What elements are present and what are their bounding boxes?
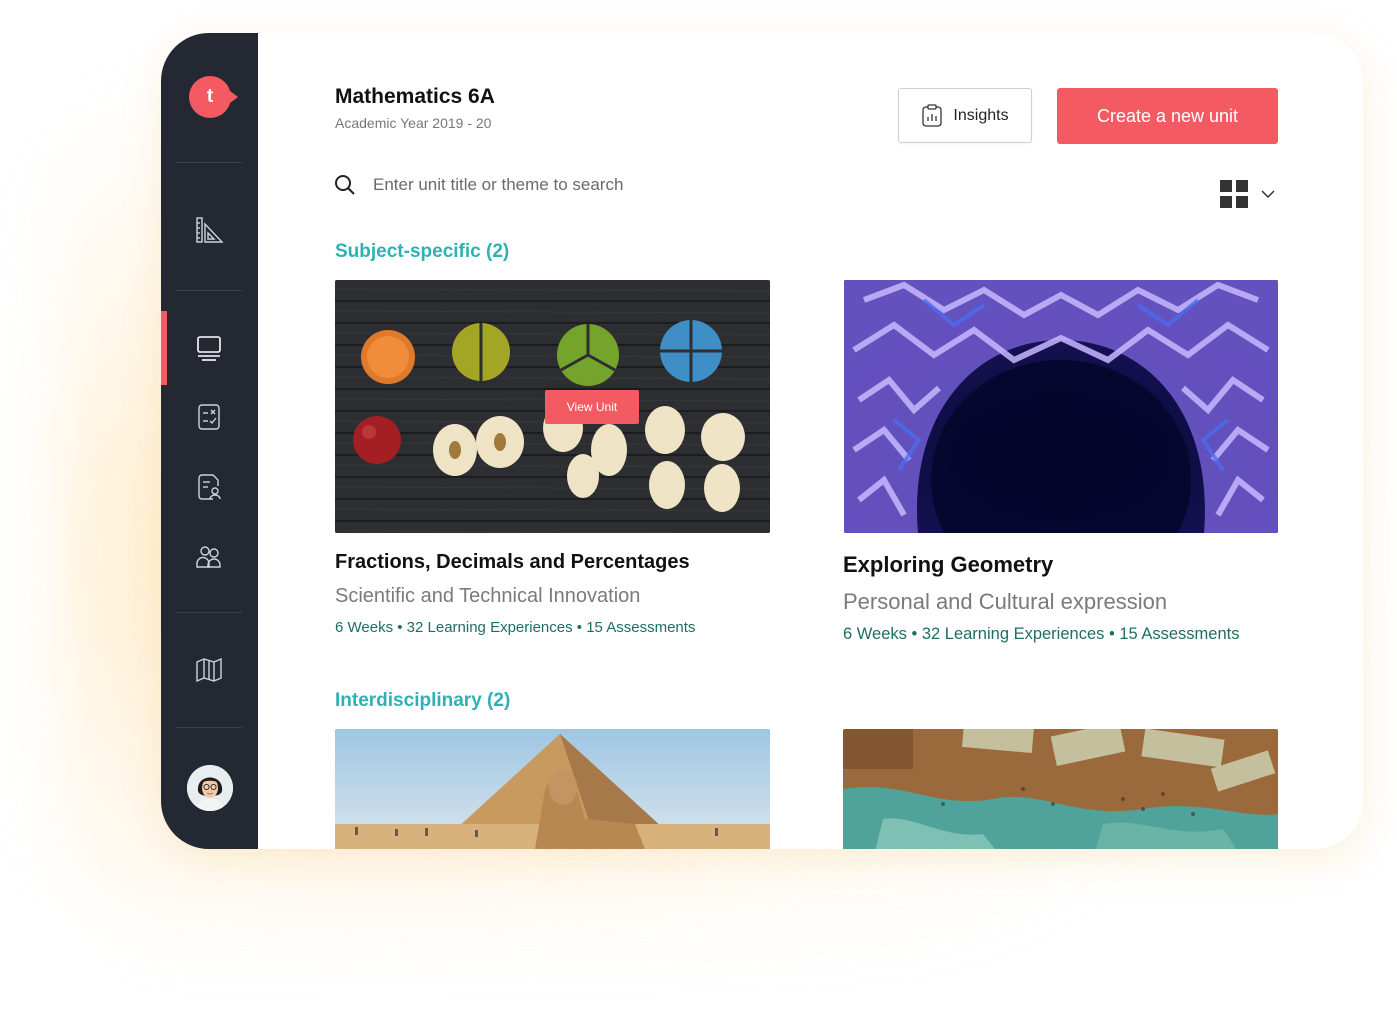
create-unit-button[interactable]: Create a new unit [1057, 88, 1278, 144]
avatar[interactable] [187, 765, 233, 811]
unit-card-theme: Personal and Cultural expression [843, 589, 1168, 614]
view-unit-button[interactable]: View Unit [545, 390, 639, 424]
ruler-triangle-icon[interactable] [194, 215, 224, 245]
assessment-sheet-icon[interactable] [194, 402, 224, 432]
unit-card-meta: 6 Weeks • 32 Learning Experiences • 15 A… [843, 625, 1240, 643]
unit-card-title[interactable]: Exploring Geometry [843, 552, 1053, 578]
student-file-icon[interactable] [194, 472, 224, 502]
search-icon [335, 175, 355, 195]
clipboard-chart-icon [922, 103, 943, 127]
sidebar-divider [176, 612, 242, 613]
sidebar-divider [176, 162, 242, 163]
app-logo[interactable]: t [189, 76, 238, 118]
insights-label: Insights [953, 106, 1009, 124]
sidebar: t [161, 33, 258, 849]
unit-card-title[interactable]: Fractions, Decimals and Percentages [335, 551, 690, 574]
section-heading: Subject-specific (2) [335, 241, 510, 262]
users-icon[interactable] [194, 541, 224, 571]
unit-card-image-world-map[interactable] [843, 729, 1278, 849]
grid-view-icon[interactable] [1219, 179, 1249, 209]
unit-card-image-pyramid[interactable] [335, 729, 770, 849]
sidebar-divider [176, 290, 242, 291]
unit-card-theme: Scientific and Technical Innovation [335, 585, 641, 607]
sidebar-divider [176, 727, 242, 728]
insights-button[interactable]: Insights [898, 88, 1032, 143]
unit-card-meta: 6 Weeks • 32 Learning Experiences • 15 A… [335, 619, 696, 636]
section-heading: Interdisciplinary (2) [335, 690, 511, 711]
page-subtitle: Academic Year 2019 - 20 [335, 115, 492, 131]
chevron-down-icon[interactable] [1260, 186, 1276, 202]
monitor-icon[interactable] [194, 333, 224, 363]
active-indicator [161, 311, 167, 385]
unit-card-image-geometry[interactable] [844, 280, 1278, 533]
page-title: Mathematics 6A [335, 85, 495, 108]
app-window: t Mathematics 6A Academic Year 2019 - 20… [161, 33, 1363, 849]
search-input[interactable] [373, 169, 893, 201]
unit-card-image-fractions[interactable]: View Unit [335, 280, 770, 533]
book-map-icon[interactable] [194, 655, 224, 685]
